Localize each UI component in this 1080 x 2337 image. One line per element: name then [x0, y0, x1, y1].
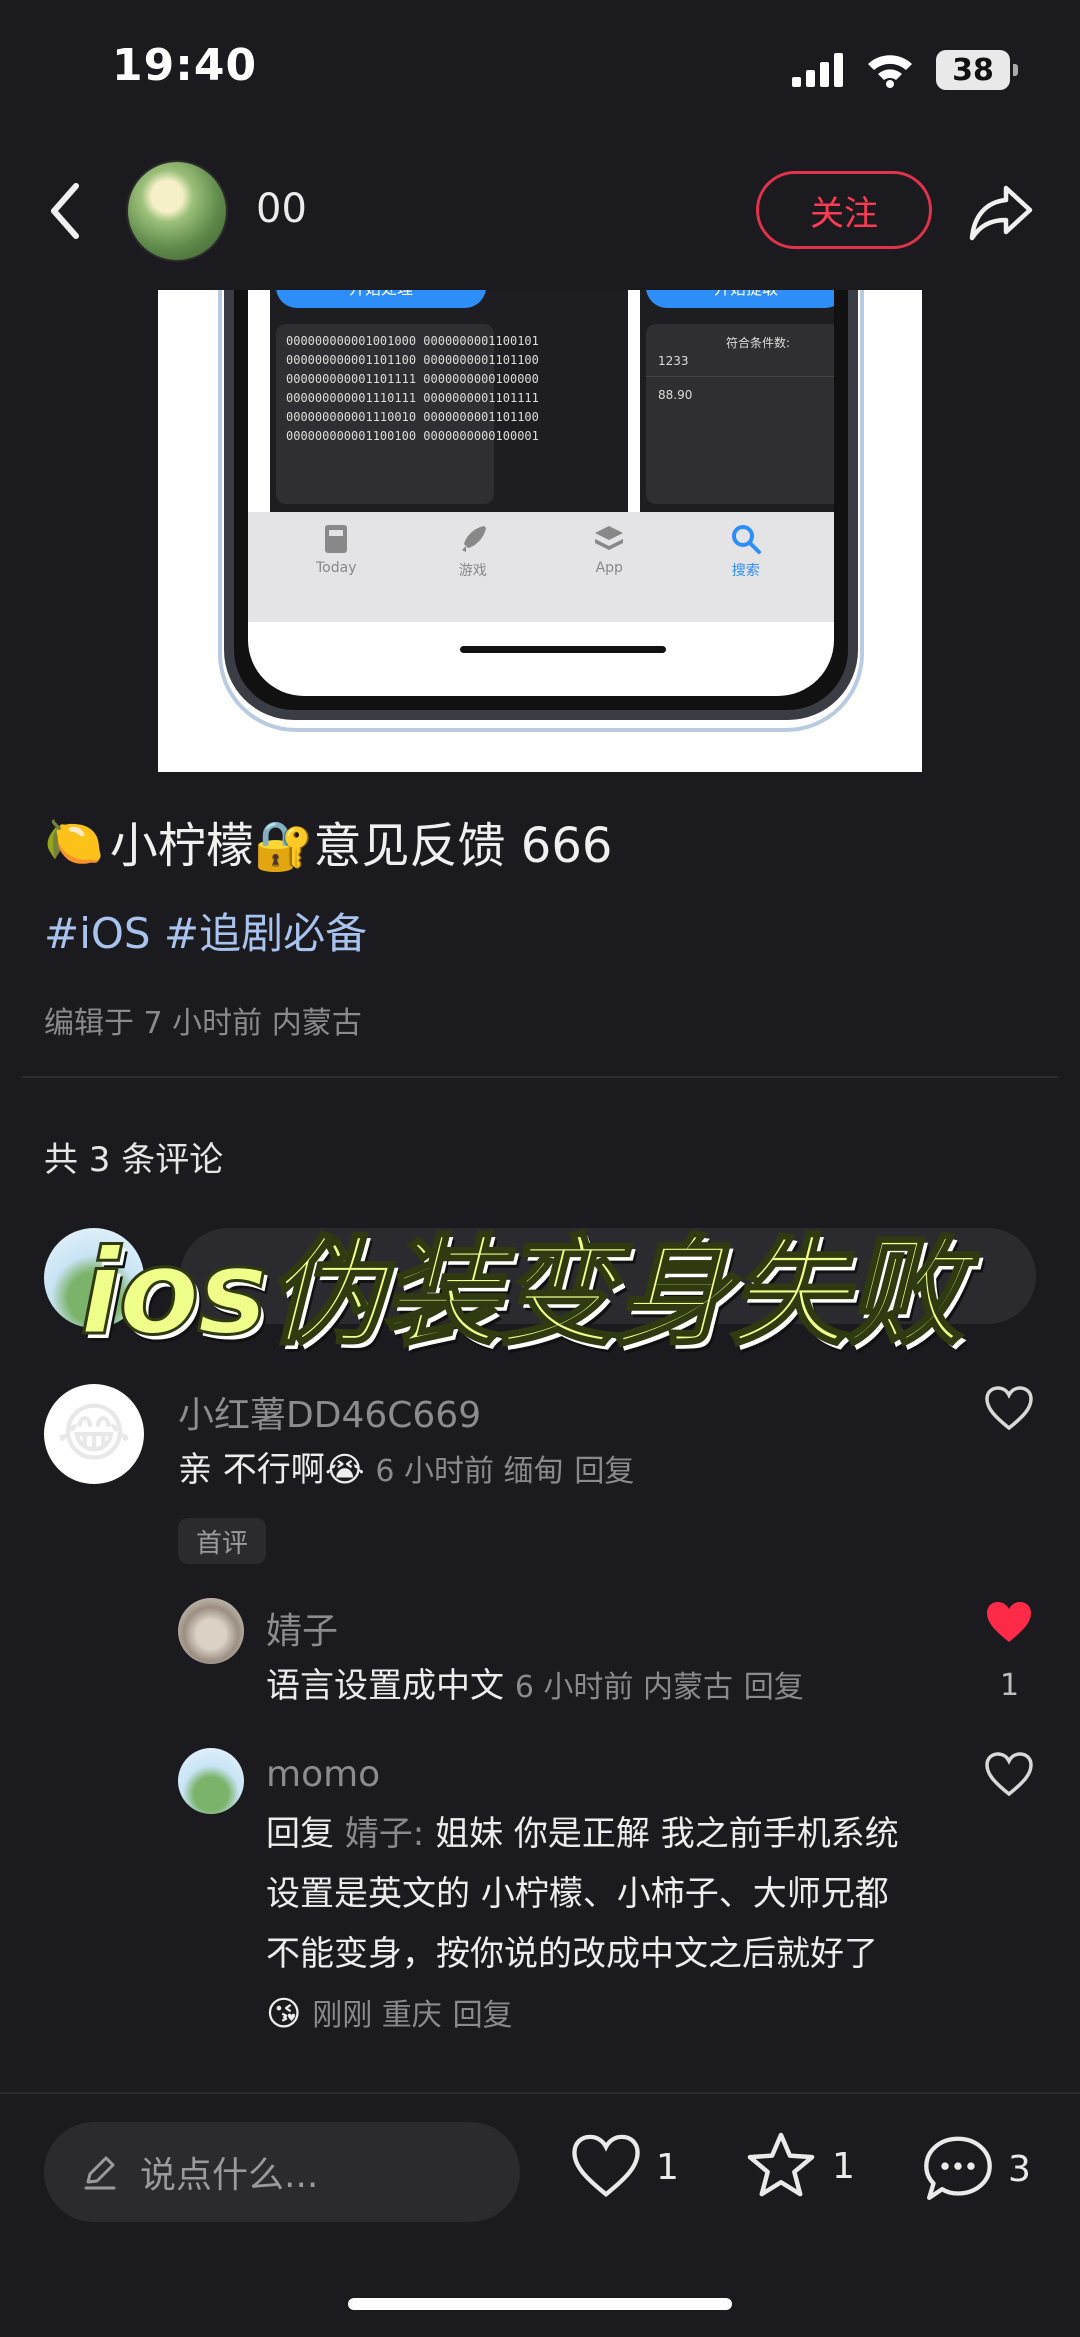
tab-search: 搜索 — [706, 512, 786, 622]
phone-home-indicator — [460, 646, 666, 653]
home-indicator — [348, 2298, 732, 2310]
rocket-icon — [461, 526, 486, 552]
like-total: 1 — [656, 2146, 679, 2188]
tab-today: Today — [296, 512, 376, 622]
comment-placeholder: 说点什么... — [140, 2155, 319, 2196]
phone-screen: 开始处理 000000000001001000 0000000001100101… — [248, 290, 834, 696]
first-comment-badge: 首评 — [178, 1518, 267, 1564]
divider — [22, 1076, 1058, 1078]
comment-meta: 6 小时前 内蒙古 — [514, 1670, 733, 1705]
comment-input[interactable]: 说点什么... — [44, 2122, 520, 2222]
post-title-text: 小柠檬🔐意见反馈 666 — [109, 818, 613, 874]
status-icons: 38 — [792, 50, 1018, 90]
result-value: 88.90 — [658, 388, 693, 402]
reply-button[interactable]: 回复 — [574, 1454, 634, 1489]
post-hashtags[interactable]: #iOS #追剧必备 — [44, 900, 367, 961]
post-meta: 编辑于 7 小时前 内蒙古 — [44, 1006, 362, 1041]
crying-emoji: 😭 — [324, 1450, 365, 1490]
like-heart-icon[interactable] — [984, 1752, 1034, 1798]
result-label: 符合条件数: — [726, 336, 791, 350]
tab-label: 搜索 — [731, 563, 760, 579]
cellular-signal-icon — [792, 53, 843, 87]
commenter-avatar[interactable] — [178, 1598, 244, 1664]
binary-output: 000000000001001000 0000000001100101 0000… — [276, 324, 539, 504]
back-arrow-icon[interactable] — [40, 176, 90, 246]
commenter-name[interactable]: momo — [266, 1754, 380, 1795]
star-icon — [747, 2132, 815, 2197]
post-title: 🍋 小柠檬🔐意见反馈 666 — [44, 806, 612, 876]
author-avatar[interactable] — [126, 160, 228, 262]
comment-action[interactable]: 3 — [922, 2134, 1031, 2204]
comment-count: 共 3 条评论 — [44, 1140, 224, 1180]
tab-label: App — [595, 560, 623, 576]
tab-games: 游戏 — [433, 512, 513, 622]
comment-text: 语言设置成中文 6 小时前 内蒙古 回复 — [266, 1656, 804, 1718]
wifi-icon — [868, 55, 912, 88]
status-time: 19:40 — [112, 40, 258, 91]
start-extract-button: 开始提取 — [646, 290, 834, 308]
result-divider — [646, 376, 834, 377]
app-tab-bar: Today 游戏 App 搜索 — [248, 512, 834, 622]
comment-body: 亲 不行啊 — [178, 1450, 325, 1490]
comment-meta: 6 小时前 缅甸 — [375, 1454, 564, 1489]
reply-button[interactable]: 回复 — [744, 1670, 804, 1705]
like-count: 1 — [1000, 1668, 1020, 1703]
tab-label: 游戏 — [458, 563, 487, 579]
start-process-button: 开始处理 — [276, 290, 486, 308]
app-panel-right: 开始提取 符合条件数: 1233 88.90 — [640, 290, 834, 550]
collect-action[interactable]: 1 — [744, 2130, 855, 2202]
battery-indicator: 38 — [936, 50, 1018, 90]
reply-target[interactable]: 婧子: — [345, 1814, 424, 1854]
comment-meta: 刚刚 重庆 — [312, 1998, 442, 2033]
comment-total: 3 — [1008, 2148, 1031, 2190]
post-image[interactable]: 开始处理 000000000001001000 0000000001100101… — [158, 290, 922, 772]
result-panel: 符合条件数: 1233 88.90 — [646, 324, 834, 504]
result-value: 1233 — [658, 354, 689, 368]
lemon-emoji: 🍋 — [44, 813, 104, 870]
tab-app: App — [569, 512, 649, 622]
comment-body: 语言设置成中文 — [266, 1666, 504, 1706]
kiss-emoji: 😘 — [266, 1994, 302, 2034]
share-icon[interactable] — [966, 176, 1036, 246]
reply-prefix: 回复 — [266, 1814, 334, 1854]
reply-button[interactable]: 回复 — [453, 1998, 513, 2033]
overlay-caption: ios伪装变身失败 — [79, 1222, 966, 1363]
today-icon — [325, 525, 348, 553]
comment-bubble-icon — [924, 2136, 992, 2200]
like-action[interactable]: 1 — [570, 2134, 679, 2200]
phone-mockup: 开始处理 000000000001001000 0000000001100101… — [224, 290, 858, 720]
comment-text: 回复 婧子: 姐妹 你是正解 我之前手机系统设置是英文的 小柠檬、小柿子、大师兄… — [266, 1804, 912, 2046]
commenter-name[interactable]: 小红薯DD46C669 — [178, 1386, 481, 1438]
bottom-divider — [0, 2092, 1080, 2094]
follow-button[interactable]: 关注 — [756, 171, 932, 249]
tab-label: Today — [316, 560, 357, 576]
comment-text: 亲 不行啊😭 6 小时前 缅甸 回复 — [178, 1440, 634, 1502]
author-name[interactable]: 00 — [256, 186, 307, 232]
commenter-avatar[interactable] — [178, 1748, 244, 1814]
like-heart-icon[interactable] — [984, 1386, 1034, 1432]
layers-icon — [595, 526, 624, 550]
collect-total: 1 — [832, 2145, 855, 2187]
heart-icon — [572, 2134, 640, 2198]
pencil-icon — [84, 2156, 116, 2190]
commenter-name[interactable]: 婧子 — [266, 1602, 338, 1654]
commenter-avatar[interactable]: 😂 — [44, 1384, 144, 1484]
search-icon — [731, 525, 761, 554]
liked-heart-icon[interactable] — [984, 1600, 1034, 1646]
app-panel-left: 开始处理 000000000001001000 0000000001100101… — [270, 290, 628, 550]
